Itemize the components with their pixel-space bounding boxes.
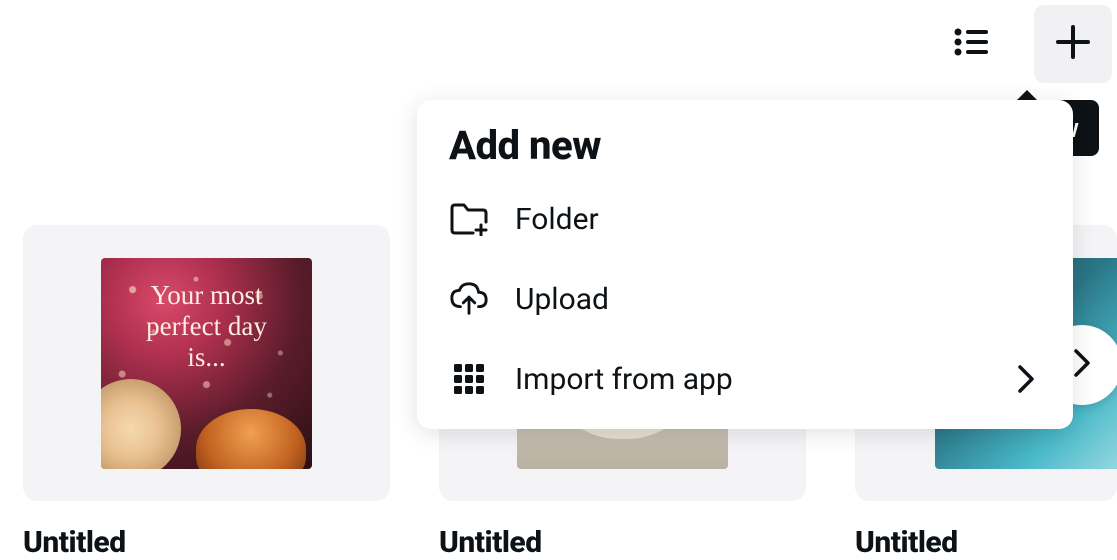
card-thumbnail: Your most perfect day is... [23, 225, 390, 501]
folder-plus-icon [449, 199, 489, 239]
dropdown-item-upload[interactable]: Upload [417, 259, 1073, 339]
add-new-button[interactable] [1034, 5, 1112, 83]
dropdown-item-import-from-app[interactable]: Import from app [417, 339, 1073, 419]
chevron-right-icon [1011, 364, 1041, 394]
list-view-icon [953, 27, 989, 61]
list-view-button[interactable] [932, 5, 1010, 83]
apps-grid-icon [449, 359, 489, 399]
top-actions [932, 5, 1112, 83]
thumbnail-text: Your most perfect day is... [101, 280, 312, 373]
add-new-dropdown: Add new Folder Upload [417, 100, 1073, 429]
dropdown-item-label: Folder [515, 202, 1041, 237]
dropdown-item-folder[interactable]: Folder [417, 179, 1073, 259]
dropdown-title: Add new [417, 122, 1073, 179]
upload-cloud-icon [449, 279, 489, 319]
dropdown-item-label: Import from app [515, 362, 985, 397]
plus-icon [1056, 25, 1090, 63]
design-card[interactable]: Your most perfect day is... Untitled [23, 225, 390, 560]
dropdown-item-label: Upload [515, 282, 1041, 317]
chevron-right-icon [1073, 348, 1091, 382]
